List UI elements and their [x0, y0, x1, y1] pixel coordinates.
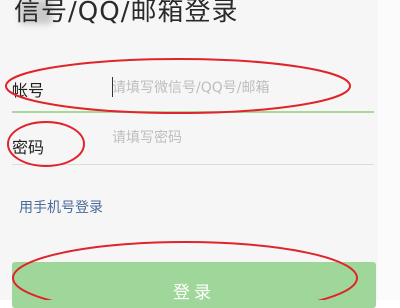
login-button[interactable]: 登录: [12, 262, 376, 308]
password-input[interactable]: [112, 128, 342, 148]
password-label: 密码: [12, 138, 45, 157]
phone-login-link[interactable]: 用手机号登录: [19, 197, 103, 217]
account-input[interactable]: [112, 78, 342, 98]
login-page: 信号/QQ/邮箱登录 帐号 密码 用手机号登录 登录: [0, 0, 378, 308]
page-title: 信号/QQ/邮箱登录: [14, 0, 239, 27]
text-caret: [112, 77, 113, 97]
password-field-underline: [12, 164, 374, 165]
account-field-underline: [12, 111, 374, 113]
right-margin: [378, 0, 400, 300]
account-label: 帐号: [12, 81, 45, 100]
